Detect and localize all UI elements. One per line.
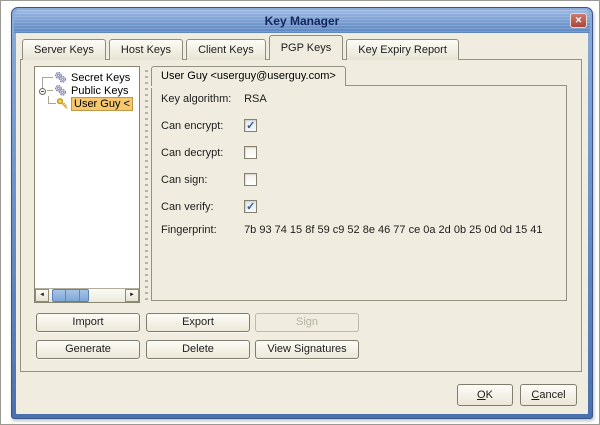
screenshot-frame: Key Manager ✕ Server Keys Host Keys Clie… (0, 0, 600, 425)
checkmark-icon: ✓ (246, 119, 255, 132)
key-detail-panel: Key algorithm: RSA Can encrypt: ✓ Can de… (151, 85, 567, 301)
key-manager-window: Key Manager ✕ Server Keys Host Keys Clie… (11, 7, 593, 419)
tree-viewport: Secret Keys Public Keys (35, 67, 139, 288)
scroll-left-icon: ◄ (39, 292, 45, 298)
field-label: Can verify: (161, 201, 241, 213)
field-label: Fingerprint: (161, 224, 241, 236)
can-sign-row: Can sign: ✓ (161, 173, 561, 187)
can-verify-checkbox[interactable]: ✓ (244, 200, 257, 213)
key-algorithm-row: Key algorithm: RSA (161, 93, 561, 107)
key-algorithm-value: RSA (244, 93, 267, 105)
key-tree: Secret Keys Public Keys (34, 66, 140, 303)
pgp-keys-panel: Secret Keys Public Keys (20, 59, 582, 372)
tree-connector-line (43, 77, 53, 78)
close-icon: ✕ (575, 15, 583, 25)
tree-item-label-selected: User Guy < (71, 97, 133, 111)
can-decrypt-row: Can decrypt: ✓ (161, 146, 561, 160)
scrollbar-track[interactable] (49, 289, 125, 302)
keys-icon (54, 71, 67, 84)
fingerprint-row: Fingerprint: 7b 93 74 15 8f 59 c9 52 8e … (161, 224, 561, 238)
field-label: Key algorithm: (161, 93, 241, 105)
sign-button[interactable]: Sign (255, 313, 359, 332)
titlebar[interactable]: Key Manager ✕ (14, 10, 590, 33)
fingerprint-value: 7b 93 74 15 8f 59 c9 52 8e 46 77 ce 0a 2… (244, 224, 542, 236)
tree-item-user-guy[interactable]: User Guy < (56, 97, 133, 110)
field-label: Can encrypt: (161, 120, 241, 132)
tab-key-expiry-report[interactable]: Key Expiry Report (346, 39, 459, 60)
view-signatures-button[interactable]: View Signatures (255, 340, 359, 359)
tree-item-secret-keys[interactable]: Secret Keys (54, 71, 132, 84)
can-decrypt-checkbox[interactable]: ✓ (244, 146, 257, 159)
can-verify-row: Can verify: ✓ (161, 200, 561, 214)
tree-expander-icon[interactable] (39, 88, 46, 95)
tree-horizontal-scrollbar: ◄ ► (35, 288, 139, 302)
can-encrypt-checkbox[interactable]: ✓ (244, 119, 257, 132)
scrollbar-thumb[interactable] (52, 289, 89, 302)
import-button[interactable]: Import (36, 313, 140, 332)
generate-button[interactable]: Generate (36, 340, 140, 359)
checkmark-icon: ✓ (246, 200, 255, 213)
scroll-right-icon: ► (129, 292, 135, 298)
tab-client-keys[interactable]: Client Keys (186, 39, 266, 60)
tree-item-label: Secret Keys (69, 72, 132, 84)
scroll-left-button[interactable]: ◄ (35, 289, 49, 302)
field-label: Can decrypt: (161, 147, 241, 159)
cancel-button[interactable]: Cancel (520, 384, 577, 406)
delete-button[interactable]: Delete (146, 340, 250, 359)
window-title: Key Manager (14, 14, 590, 28)
field-label: Can sign: (161, 174, 241, 186)
tab-pgp-keys[interactable]: PGP Keys (269, 35, 344, 60)
ok-button[interactable]: OK (457, 384, 513, 406)
tree-connector-line (47, 90, 53, 91)
splitpane-divider[interactable] (143, 66, 150, 303)
tab-server-keys[interactable]: Server Keys (22, 39, 106, 60)
dialog-content: Server Keys Host Keys Client Keys PGP Ke… (16, 33, 588, 414)
tree-item-public-keys[interactable]: Public Keys (54, 84, 130, 97)
keys-icon (54, 84, 67, 97)
tree-item-label: Public Keys (69, 85, 130, 97)
tree-connector-line (48, 103, 56, 104)
key-icon (56, 97, 69, 110)
tab-bar: Server Keys Host Keys Client Keys PGP Ke… (22, 35, 462, 60)
can-encrypt-row: Can encrypt: ✓ (161, 119, 561, 133)
close-button[interactable]: ✕ (570, 13, 587, 28)
export-button[interactable]: Export (146, 313, 250, 332)
key-detail-tab[interactable]: User Guy <userguy@userguy.com> (151, 66, 346, 86)
tab-host-keys[interactable]: Host Keys (109, 39, 183, 60)
scroll-right-button[interactable]: ► (125, 289, 139, 302)
can-sign-checkbox[interactable]: ✓ (244, 173, 257, 186)
